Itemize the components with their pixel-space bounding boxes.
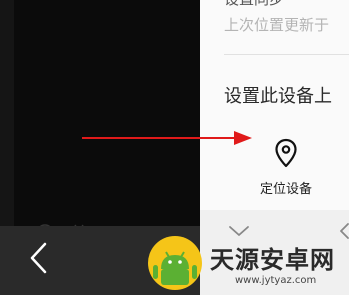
locate-device-label: 定位设备 [259, 182, 312, 197]
android-logo-icon [148, 236, 202, 290]
sync-heading-partial: 设置同步 [224, 0, 284, 9]
watermark-logo: 天源安卓网 www.jytyaz.com [140, 234, 349, 295]
divider [224, 54, 349, 55]
map-pin-icon [275, 138, 297, 168]
watermark-title: 天源安卓网 [210, 246, 335, 274]
red-pointer-arrow [82, 131, 252, 145]
section-title: 设置此设备上 [224, 86, 332, 107]
watermark-url: www.jytyaz.com [235, 275, 317, 286]
back-chevron-icon[interactable] [26, 240, 54, 276]
last-location-update-text: 上次位置更新于 [224, 16, 330, 34]
locate-device-button[interactable]: 定位设备 [250, 136, 322, 198]
